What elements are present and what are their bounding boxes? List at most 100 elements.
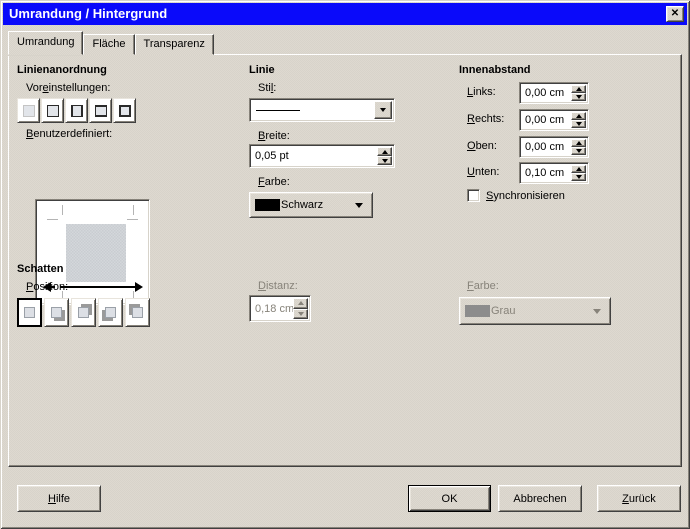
shadow-color-combobox: Grau (459, 297, 611, 325)
preset-top-bottom-button[interactable] (89, 98, 112, 123)
spin-buttons (571, 85, 586, 101)
spin-down-button[interactable] (571, 120, 586, 128)
line-width-spinner[interactable]: 0,05 pt (249, 144, 395, 168)
spin-up-button[interactable] (377, 147, 392, 156)
line-style-label: Stil: (258, 82, 276, 94)
shadow-top-left-icon (130, 305, 145, 320)
spin-up-button[interactable] (571, 85, 586, 93)
shadow-bottom-left-icon (103, 305, 118, 320)
padding-top-spinner[interactable]: 0,00 cm (519, 136, 589, 158)
padding-top-label: Oben: (467, 140, 497, 152)
arrow-down-icon (382, 159, 388, 163)
cancel-button-label: Abbrechen (513, 493, 566, 505)
custom-label: Benutzerdefiniert: (26, 128, 112, 140)
back-button[interactable]: Zurück (597, 485, 681, 512)
tab-page-umrandung: Linienanordnung Voreinstellungen: Benutz… (8, 54, 682, 467)
shadow-bottom-right-button[interactable] (44, 298, 69, 327)
line-color-label: Farbe: (258, 176, 290, 188)
spin-up-button[interactable] (571, 139, 586, 147)
spin-down-button[interactable] (377, 156, 392, 165)
arrow-down-icon (576, 95, 582, 99)
line-style-combobox[interactable] (249, 98, 395, 122)
line-style-dropdown-button[interactable] (374, 101, 392, 119)
group-title-innenabstand: Innenabstand (459, 64, 531, 76)
tab-label: Umrandung (17, 36, 74, 48)
guide-tick (62, 205, 63, 215)
shadow-distance-spinner: 0,18 cm (249, 295, 311, 322)
padding-right-value: 0,00 cm (525, 110, 564, 130)
synchronize-checkbox[interactable] (467, 189, 480, 202)
synchronize-label: Synchronisieren (486, 190, 565, 202)
paragraph-area (66, 224, 126, 282)
title-bar[interactable]: Umrandung / Hintergrund ✕ (3, 3, 687, 25)
padding-bottom-value: 0,10 cm (525, 163, 564, 183)
tab-label: Fläche (92, 38, 125, 50)
tab-flaeche[interactable]: Fläche (83, 34, 134, 55)
dialog-title: Umrandung / Hintergrund (9, 6, 167, 21)
black-color-swatch (255, 199, 280, 211)
spin-buttons (571, 139, 586, 155)
shadow-color-value: Grau (491, 305, 515, 317)
heavy-box-border-icon (119, 105, 131, 117)
spin-buttons (293, 298, 308, 319)
arrow-up-icon (298, 301, 304, 305)
tab-umrandung[interactable]: Umrandung (8, 31, 83, 55)
shadow-bottom-right-icon (49, 305, 64, 320)
spin-buttons (571, 165, 586, 181)
shadow-none-icon (22, 305, 37, 320)
presets-label: Voreinstellungen: (26, 82, 110, 94)
shadow-bottom-left-button[interactable] (98, 298, 123, 327)
shadow-top-right-button[interactable] (71, 298, 96, 327)
border-background-dialog: Umrandung / Hintergrund ✕ Umrandung Fläc… (0, 0, 690, 529)
tab-transparenz[interactable]: Transparenz (135, 34, 214, 55)
line-color-value: Schwarz (281, 199, 323, 211)
padding-top-value: 0,00 cm (525, 137, 564, 157)
no-border-icon (23, 105, 35, 117)
spin-up-button[interactable] (571, 112, 586, 120)
ok-button[interactable]: OK (408, 485, 491, 512)
preset-box-button[interactable] (41, 98, 64, 123)
right-arrow-stem (131, 286, 135, 288)
cancel-button[interactable]: Abbrechen (498, 485, 582, 512)
close-button[interactable]: ✕ (666, 6, 684, 22)
preset-box-heavy-button[interactable] (113, 98, 136, 123)
guide-tick (133, 205, 134, 215)
left-right-border-icon (71, 105, 83, 117)
padding-right-label: Rechts: (467, 113, 504, 125)
arrow-up-icon (382, 150, 388, 154)
help-button[interactable]: Hilfe (17, 485, 101, 512)
right-arrow-icon (135, 282, 143, 292)
shadow-top-left-button[interactable] (125, 298, 150, 327)
padding-bottom-label: Unten: (467, 166, 499, 178)
arrow-up-icon (576, 141, 582, 145)
arrow-up-icon (576, 87, 582, 91)
help-button-label: Hilfe (48, 493, 70, 505)
padding-bottom-spinner[interactable]: 0,10 cm (519, 162, 589, 184)
shadow-distance-value: 0,18 cm (255, 296, 294, 321)
spin-up-button[interactable] (571, 165, 586, 173)
box-border-icon (47, 105, 59, 117)
spin-buttons (377, 147, 392, 165)
padding-left-label: Links: (467, 86, 496, 98)
padding-left-value: 0,00 cm (525, 83, 564, 103)
preset-left-right-button[interactable] (65, 98, 88, 123)
padding-left-spinner[interactable]: 0,00 cm (519, 82, 589, 104)
arrow-down-icon (576, 175, 582, 179)
spin-down-button[interactable] (571, 93, 586, 101)
arrow-down-icon (298, 312, 304, 316)
bottom-border-line (60, 286, 131, 288)
line-color-combobox[interactable]: Schwarz (249, 192, 373, 218)
preset-no-border-button[interactable] (17, 98, 40, 123)
group-title-linienanordnung: Linienanordnung (17, 64, 107, 76)
shadow-none-button[interactable] (17, 298, 42, 327)
gray-color-swatch (465, 305, 490, 317)
border-presets (17, 98, 136, 123)
arrow-up-icon (576, 114, 582, 118)
line-style-sample (256, 110, 300, 111)
spin-down-button[interactable] (571, 173, 586, 181)
spin-buttons (571, 112, 586, 128)
padding-right-spinner[interactable]: 0,00 cm (519, 109, 589, 131)
spin-up-button (293, 298, 308, 309)
spin-down-button[interactable] (571, 147, 586, 155)
chevron-down-icon (380, 108, 386, 112)
